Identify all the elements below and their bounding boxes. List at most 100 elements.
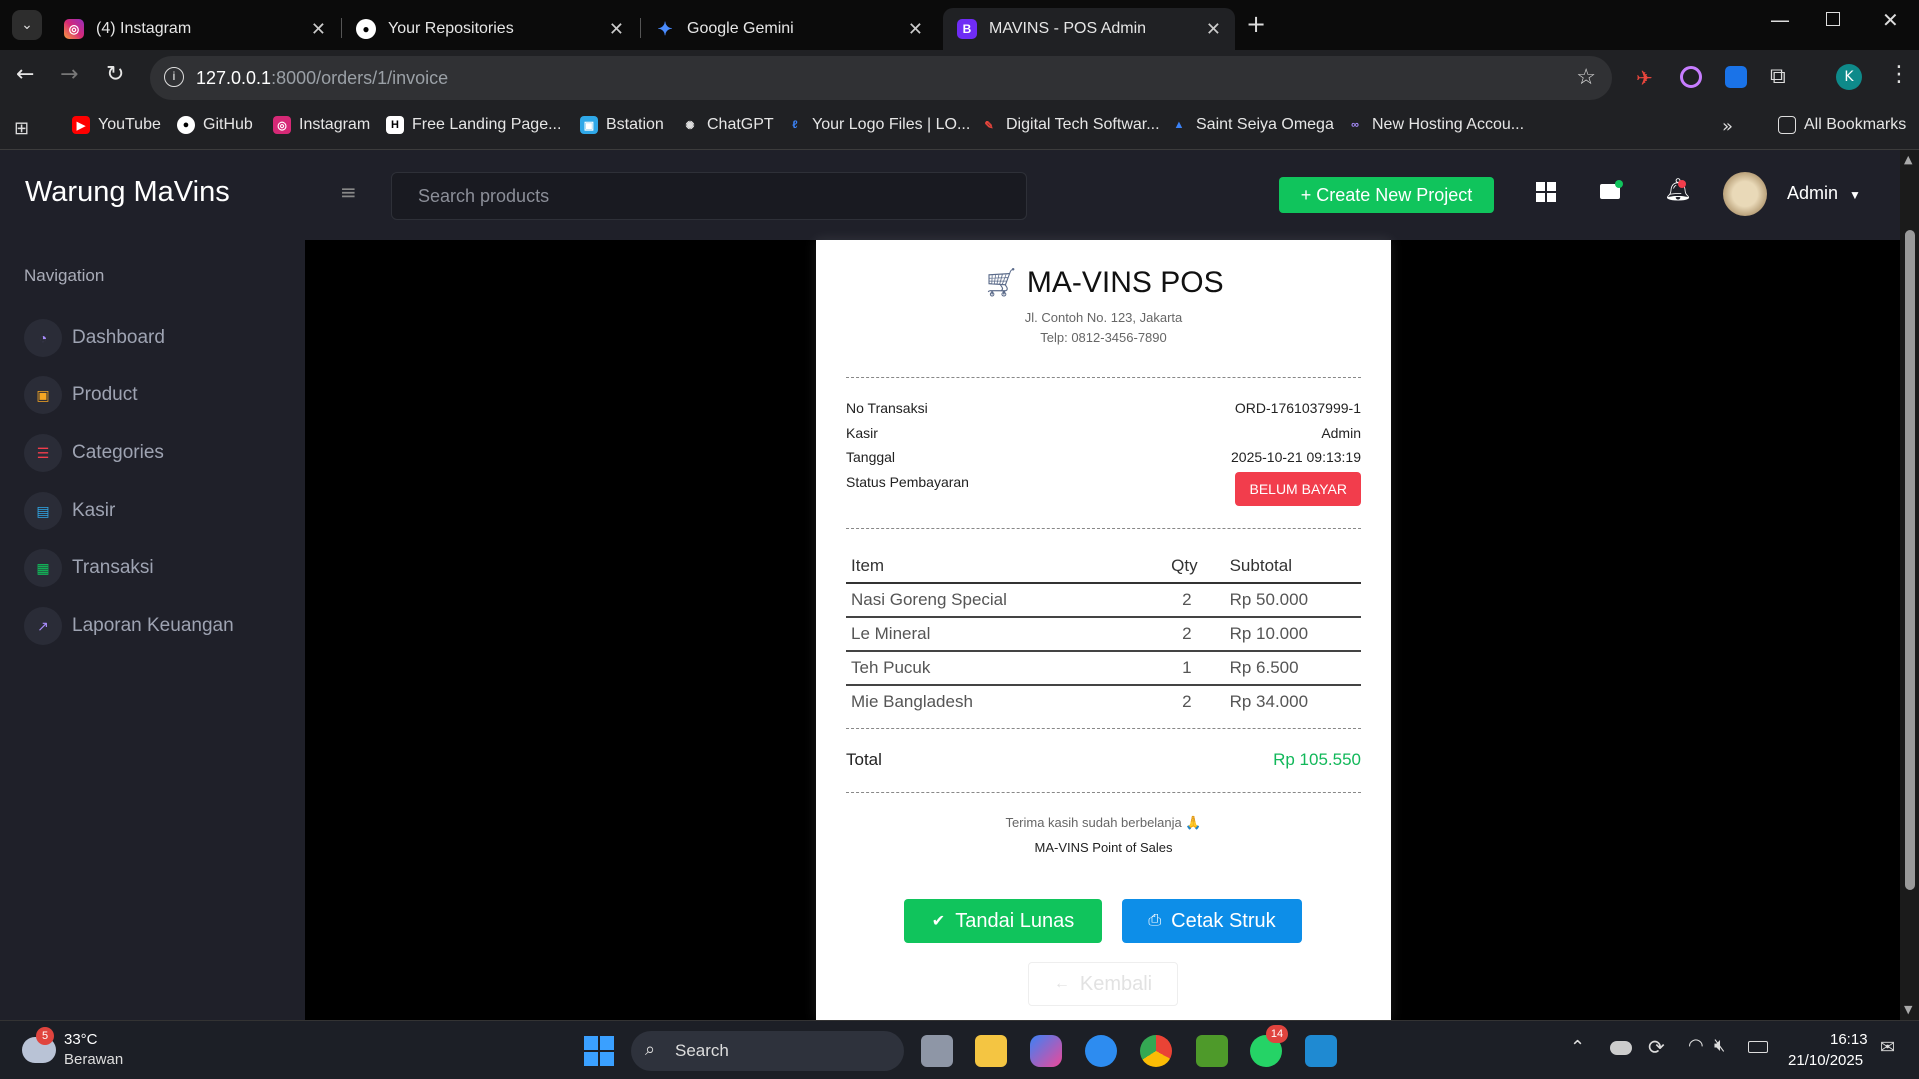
back-button[interactable]: ← Kembali xyxy=(1028,962,1178,1006)
extension-icon[interactable] xyxy=(1680,66,1702,88)
bookmark-landing[interactable]: H Free Landing Page... xyxy=(386,116,561,134)
reload-icon[interactable]: ↻ xyxy=(106,62,124,87)
address-bar[interactable]: i 127.0.0.1:8000/orders/1/invoice ☆ xyxy=(150,56,1612,100)
bookmark-youtube[interactable]: ▶ YouTube xyxy=(72,116,161,134)
notification-icon[interactable]: ✉ xyxy=(1880,1037,1895,1058)
volume-icon[interactable]: 🔇︎ xyxy=(1714,1035,1725,1056)
site-info-icon[interactable]: i xyxy=(164,67,184,87)
seiya-icon: ▲ xyxy=(1173,119,1185,131)
task-view-icon[interactable] xyxy=(921,1035,953,1067)
feather-icon: ✎ xyxy=(984,119,994,132)
star-icon[interactable]: ☆ xyxy=(1576,64,1596,90)
tab-search-icon[interactable]: ⌄ xyxy=(12,10,42,40)
chrome-icon[interactable] xyxy=(1140,1035,1172,1067)
url-host: 127.0.0.1 xyxy=(196,67,272,88)
sidebar-item-transaksi[interactable]: ▦ Transaksi xyxy=(24,548,154,588)
scroll-down-icon[interactable]: ▼ xyxy=(1904,1003,1912,1016)
edge-icon[interactable] xyxy=(1085,1035,1117,1067)
browser-toolbar: ← → ↻ i 127.0.0.1:8000/orders/1/invoice … xyxy=(0,50,1919,106)
tab-title: MAVINS - POS Admin xyxy=(989,20,1147,37)
apps-icon[interactable]: ⊞ xyxy=(14,118,29,139)
hamburger-icon[interactable]: ≡ xyxy=(340,180,357,204)
table-row: Nasi Goreng Special 2 Rp 50.000 xyxy=(846,583,1361,618)
puzzle-icon[interactable]: ⧉ xyxy=(1770,64,1786,89)
github-icon: ● xyxy=(177,116,195,134)
create-project-button[interactable]: + Create New Project xyxy=(1279,177,1494,213)
close-icon[interactable]: ✕ xyxy=(908,19,923,40)
box-icon: ▣ xyxy=(24,376,62,414)
field-tanggal: Tanggal 2025-10-21 09:13:19 xyxy=(846,449,1361,465)
bookmark-instagram[interactable]: ◎ Instagram xyxy=(273,116,370,134)
tab-instagram[interactable]: ◎ (4) Instagram ✕ xyxy=(50,8,340,50)
status-badge: BELUM BAYAR xyxy=(1235,472,1361,506)
bookmark-saint-seiya[interactable]: ▲ Saint Seiya Omega xyxy=(1170,116,1334,134)
bookmark-bstation[interactable]: ▣ Bstation xyxy=(580,116,664,134)
cash-icon: ▤ xyxy=(24,492,62,530)
chevron-up-icon[interactable]: ⌃ xyxy=(1570,1037,1585,1058)
more-bookmarks-icon[interactable]: » xyxy=(1722,116,1733,137)
invoice-title: 🛒︎ MA-VINS POS xyxy=(983,266,1224,299)
bookmark-digital-tech[interactable]: ✎ Digital Tech Softwar... xyxy=(980,116,1159,134)
tab-repositories[interactable]: ● Your Repositories ✕ xyxy=(342,8,638,50)
tab-title: Your Repositories xyxy=(388,20,514,37)
avatar[interactable] xyxy=(1723,172,1767,216)
copilot-icon[interactable] xyxy=(1030,1035,1062,1067)
new-tab-icon[interactable]: + xyxy=(1246,10,1266,38)
vscode-icon[interactable] xyxy=(1305,1035,1337,1067)
menu-icon[interactable]: ⋮ xyxy=(1888,62,1910,87)
wifi-icon[interactable]: ◠ xyxy=(1688,1035,1704,1056)
close-icon[interactable]: ✕ xyxy=(1206,19,1221,40)
all-bookmarks[interactable]: All Bookmarks xyxy=(1778,116,1906,134)
extension-icon[interactable] xyxy=(1725,66,1747,88)
sidebar-item-categories[interactable]: ☰ Categories xyxy=(24,433,164,473)
onedrive-icon[interactable] xyxy=(1610,1041,1632,1055)
battery-icon[interactable] xyxy=(1748,1041,1768,1053)
bookmark-chatgpt[interactable]: ✺ ChatGPT xyxy=(681,116,773,134)
footer-text: MA-VINS Point of Sales xyxy=(1034,840,1173,855)
bookmark-github[interactable]: ● GitHub xyxy=(177,116,253,134)
clock-date[interactable]: 21/10/2025 xyxy=(1788,1052,1863,1069)
sidebar-item-laporan[interactable]: ↗ Laporan Keuangan xyxy=(24,606,234,646)
receipt-icon: ▦ xyxy=(24,549,62,587)
window-close-icon[interactable]: ✕ xyxy=(1882,8,1899,32)
sidebar-item-product[interactable]: ▣ Product xyxy=(24,375,137,415)
windows-start-icon[interactable] xyxy=(584,1036,614,1066)
list-icon: ☰ xyxy=(24,434,62,472)
forward-icon[interactable]: → xyxy=(60,62,78,87)
bell-dot xyxy=(1678,180,1686,188)
search-input[interactable]: Search products xyxy=(391,172,1027,220)
tab-title: Google Gemini xyxy=(687,20,794,37)
scrollbar-thumb[interactable] xyxy=(1905,230,1915,890)
grid-icon[interactable] xyxy=(1536,182,1556,202)
mark-paid-button[interactable]: ✔ Tandai Lunas xyxy=(904,899,1102,943)
file-explorer-icon[interactable] xyxy=(975,1035,1007,1067)
close-icon[interactable]: ✕ xyxy=(609,19,624,40)
clock-time[interactable]: 16:13 xyxy=(1830,1031,1868,1048)
sidebar-item-kasir[interactable]: ▤ Kasir xyxy=(24,491,115,531)
col-subtotal: Subtotal xyxy=(1209,550,1361,584)
thanks-text: Terima kasih sudah berbelanja 🙏 xyxy=(1005,815,1202,830)
nav-title: Navigation xyxy=(24,266,105,285)
brand-title[interactable]: Warung MaVins xyxy=(25,176,230,209)
print-receipt-button[interactable]: ⎙ Cetak Struk xyxy=(1122,899,1302,943)
bookmark-hosting[interactable]: ∞ New Hosting Accou... xyxy=(1346,116,1524,134)
restore-icon[interactable] xyxy=(1826,12,1840,26)
close-icon[interactable]: ✕ xyxy=(311,19,326,40)
tab-gemini[interactable]: ✦ Google Gemini ✕ xyxy=(641,8,937,50)
chatgpt-icon: ✺ xyxy=(685,119,695,132)
user-menu[interactable]: Admin ▼ xyxy=(1787,183,1861,204)
field-no-transaksi: No Transaksi ORD-1761037999-1 xyxy=(846,400,1361,416)
extension-icon[interactable]: ✈ xyxy=(1636,66,1658,90)
back-icon[interactable]: ← xyxy=(16,62,34,87)
taskbar-search[interactable]: ⌕ Search xyxy=(631,1031,904,1071)
profile-avatar[interactable]: K xyxy=(1836,64,1862,90)
tab-mavins[interactable]: B MAVINS - POS Admin ✕ xyxy=(943,8,1235,50)
sidebar-item-dashboard[interactable]: ◔ Dashboard xyxy=(24,318,165,358)
sync-icon[interactable]: ⟳ xyxy=(1648,1035,1665,1060)
bookmark-logo-files[interactable]: ℓ Your Logo Files | LO... xyxy=(786,116,970,134)
xampp-icon[interactable] xyxy=(1196,1035,1228,1067)
weather-badge: 5 xyxy=(36,1027,54,1045)
scroll-up-icon[interactable]: ▲ xyxy=(1904,153,1912,166)
arrow-left-icon: ← xyxy=(1053,975,1070,992)
minimize-icon[interactable]: — xyxy=(1770,8,1790,32)
